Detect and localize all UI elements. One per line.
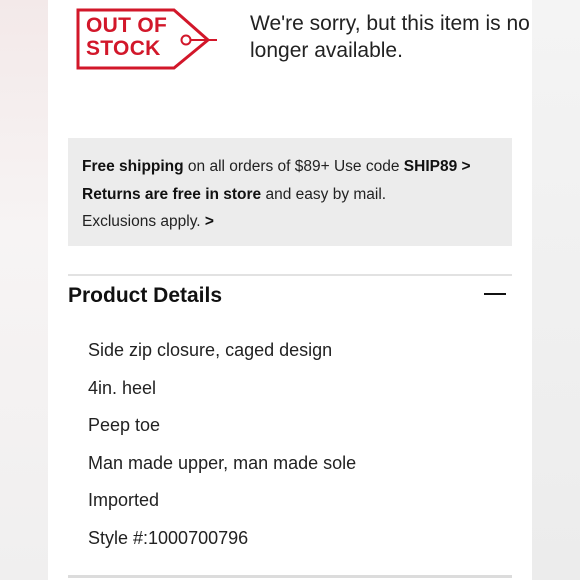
- list-item: Peep toe: [88, 415, 161, 436]
- left-backdrop: [0, 0, 48, 580]
- list-item: Man made upper, man made sole: [88, 452, 357, 473]
- list-item: Side zip closure, caged design: [88, 340, 333, 360]
- free-shipping-link[interactable]: Free shipping on all orders of $89+ Use …: [82, 158, 471, 176]
- section-divider: [68, 274, 512, 276]
- list-item: 4in. heel: [88, 377, 157, 398]
- exclusions-text: Exclusions apply.: [82, 213, 201, 230]
- right-backdrop: [532, 0, 580, 580]
- promo-banner: Free shipping on all orders of $89+ Use …: [68, 138, 512, 246]
- product-details-heading[interactable]: Product Details: [68, 284, 222, 308]
- collapse-button[interactable]: [482, 282, 508, 306]
- promo-code: SHIP89: [403, 158, 458, 175]
- exclusions-link[interactable]: Exclusions apply. >: [82, 213, 214, 231]
- chevron-right-icon: >: [461, 158, 471, 175]
- chevron-right-icon: >: [204, 213, 214, 230]
- returns-text: and easy by mail.: [261, 186, 387, 203]
- unavailable-message: We're sorry, but this item is no longer …: [250, 12, 530, 62]
- out-of-stock-line2: STOCK: [86, 37, 161, 60]
- out-of-stock-line1: OUT OF: [86, 14, 168, 37]
- returns-info: Returns are free in store and easy by ma…: [82, 186, 386, 204]
- out-of-stock-label: OUT OF STOCK: [86, 14, 167, 60]
- free-shipping-bold: Free shipping: [82, 158, 184, 175]
- free-shipping-text: on all orders of $89+ Use code: [183, 158, 404, 175]
- product-details-list: Side zip closure, caged design 4in. heel…: [88, 338, 356, 564]
- section-divider: [68, 575, 512, 578]
- list-item: Style #:1000700796: [88, 527, 249, 548]
- list-item: Imported: [88, 490, 160, 511]
- returns-bold: Returns are free in store: [82, 186, 262, 203]
- product-page: OUT OF STOCK We're sorry, but this item …: [48, 0, 532, 580]
- minus-icon: [484, 293, 506, 295]
